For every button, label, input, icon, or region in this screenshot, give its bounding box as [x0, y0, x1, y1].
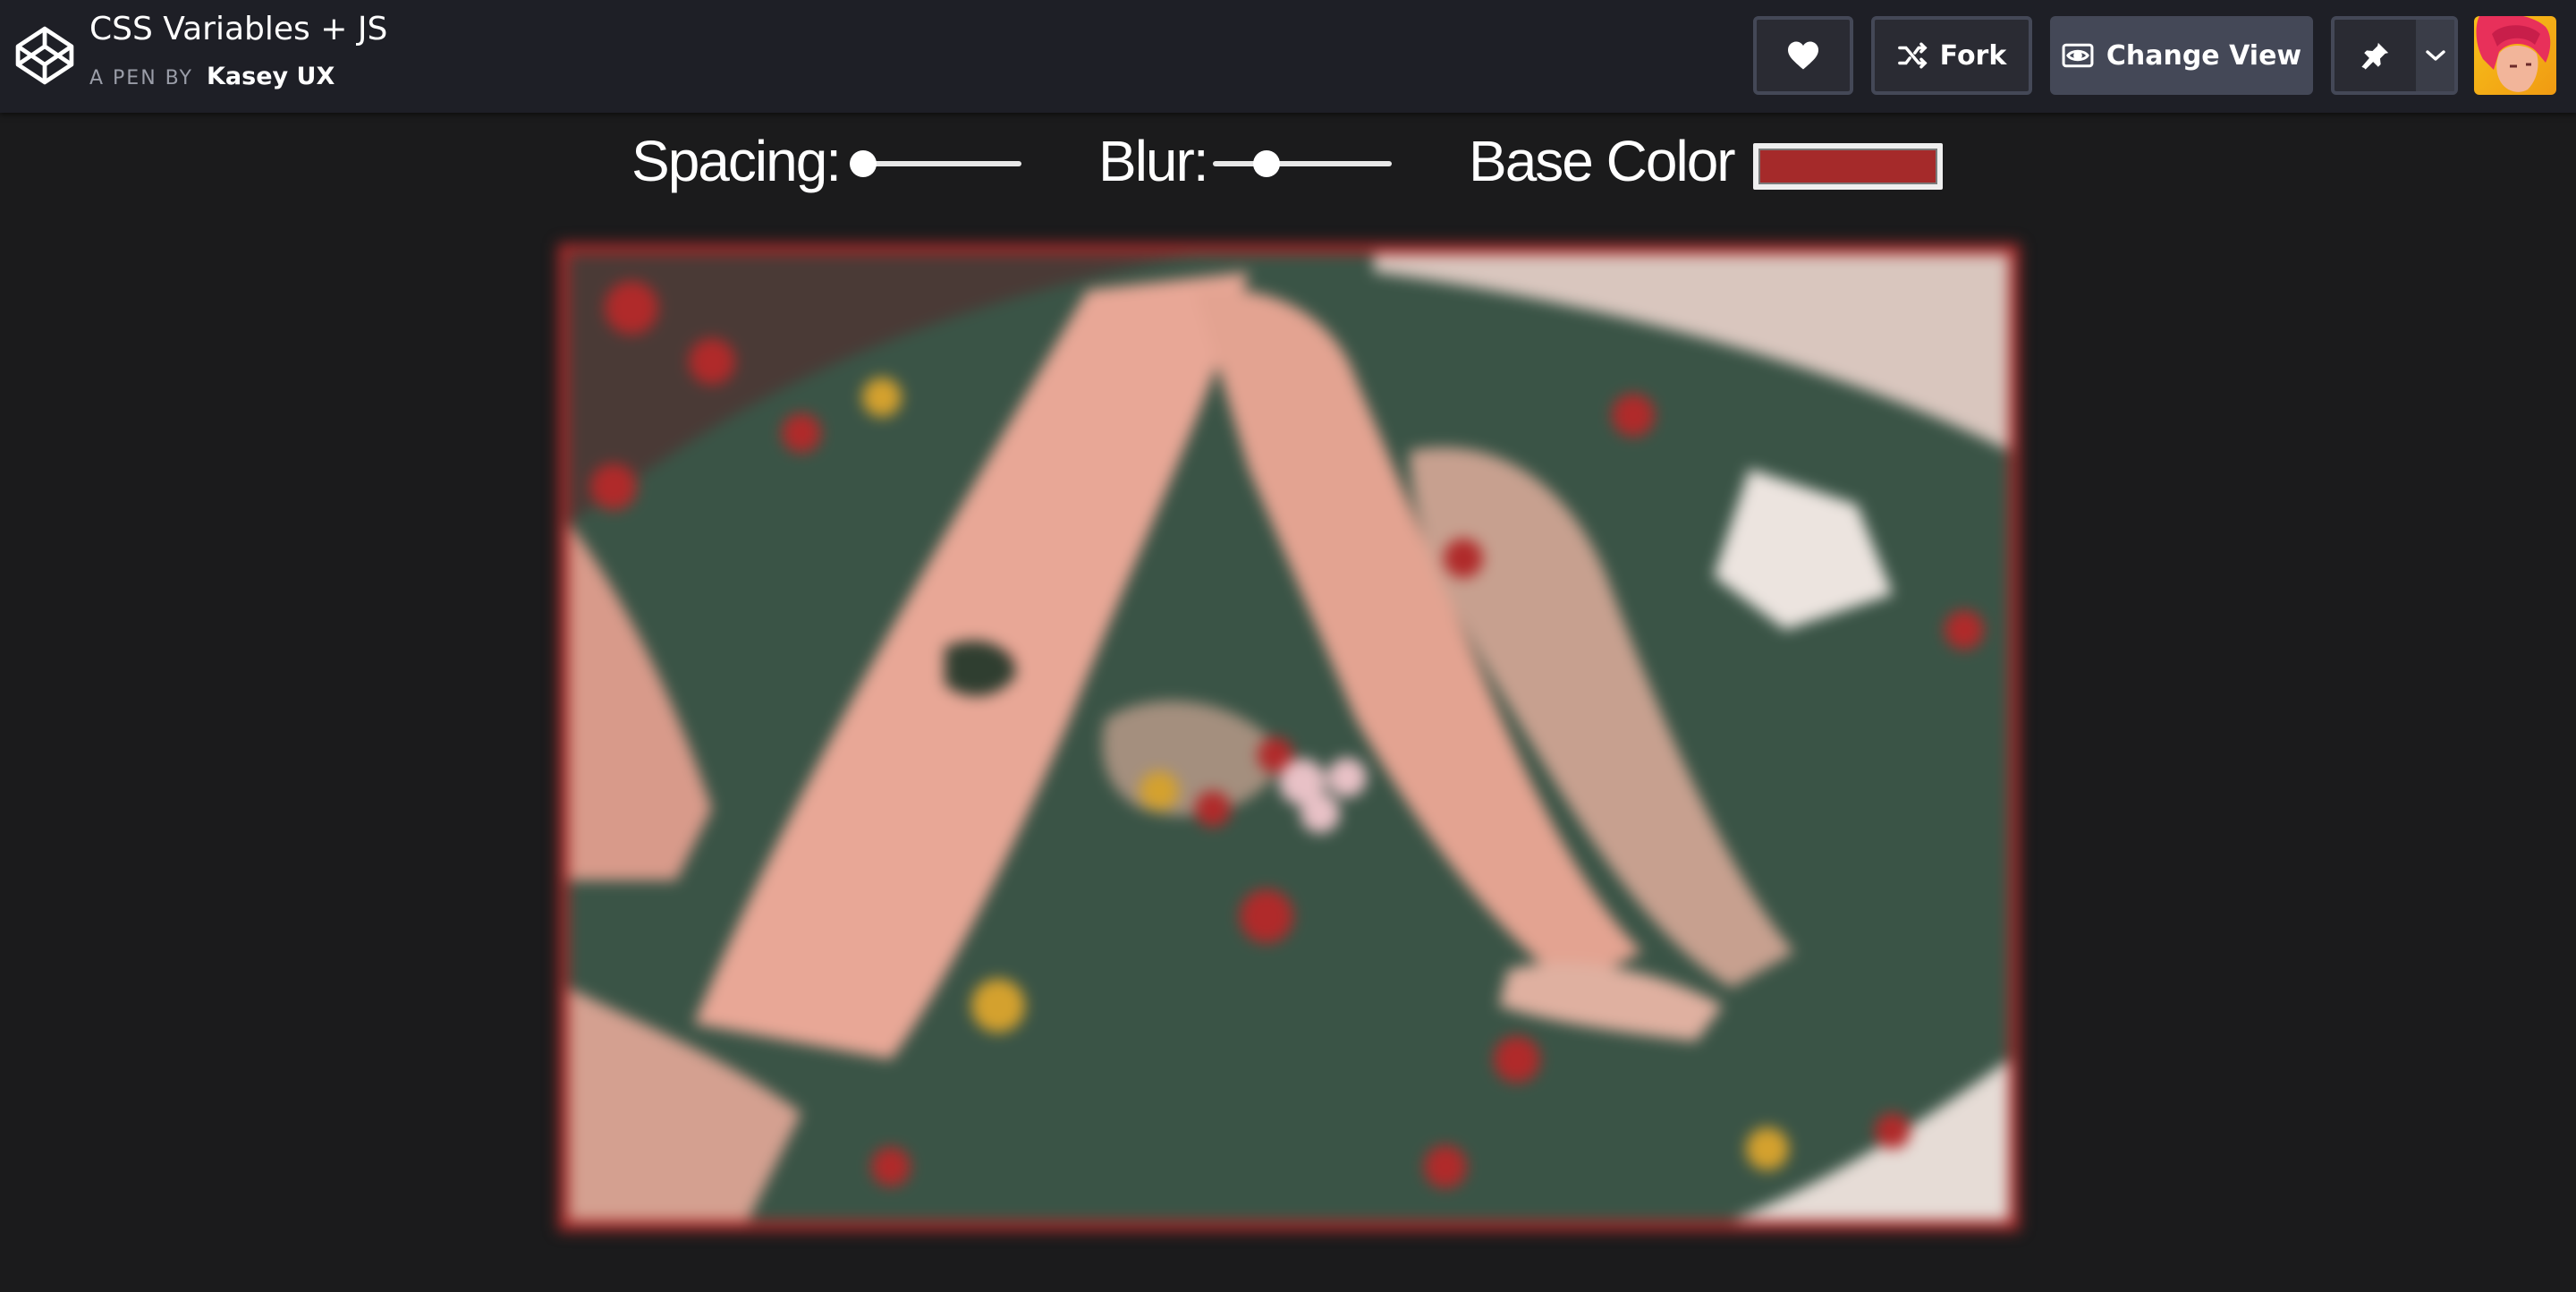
pin-button-group	[2331, 16, 2458, 95]
pin-button[interactable]	[2334, 20, 2416, 91]
pin-icon	[2361, 42, 2388, 70]
base-color-picker[interactable]	[1753, 143, 1943, 190]
chevron-down-icon	[2425, 50, 2445, 61]
pen-byline: A PEN BY Kasey UX	[89, 63, 335, 90]
heart-icon	[1788, 41, 1818, 70]
fork-label: Fork	[1939, 39, 2007, 72]
fork-button[interactable]: Fork	[1871, 16, 2032, 95]
author-link[interactable]: Kasey UX	[207, 63, 335, 90]
base-color-swatch	[1758, 149, 1937, 184]
pen-by-label: A PEN BY	[89, 67, 193, 89]
codepen-header: CSS Variables + JS A PEN BY Kasey UX For…	[0, 0, 2576, 113]
heart-button[interactable]	[1753, 16, 1853, 95]
pen-title[interactable]: CSS Variables + JS	[89, 11, 387, 47]
change-view-button[interactable]: Change View	[2050, 16, 2313, 95]
user-avatar[interactable]	[2474, 16, 2556, 95]
base-color-label: Base Color	[1469, 129, 1736, 193]
spacing-slider[interactable]	[850, 150, 1021, 177]
eye-icon	[2062, 43, 2094, 68]
fork-icon	[1897, 42, 1928, 69]
bathtub-photo	[569, 254, 2009, 1220]
blur-slider[interactable]	[1213, 150, 1392, 177]
change-view-label: Change View	[2106, 39, 2302, 72]
controls-bar: Spacing: Blur: Base Color	[0, 125, 2576, 197]
blur-slider-thumb[interactable]	[1253, 150, 1280, 177]
spacing-slider-thumb[interactable]	[850, 150, 877, 177]
spacing-label: Spacing:	[631, 129, 842, 193]
codepen-logo-icon[interactable]	[14, 25, 75, 86]
filtered-photo	[558, 243, 2020, 1231]
pin-dropdown-button[interactable]	[2416, 20, 2454, 91]
blur-label: Blur:	[1098, 129, 1209, 193]
